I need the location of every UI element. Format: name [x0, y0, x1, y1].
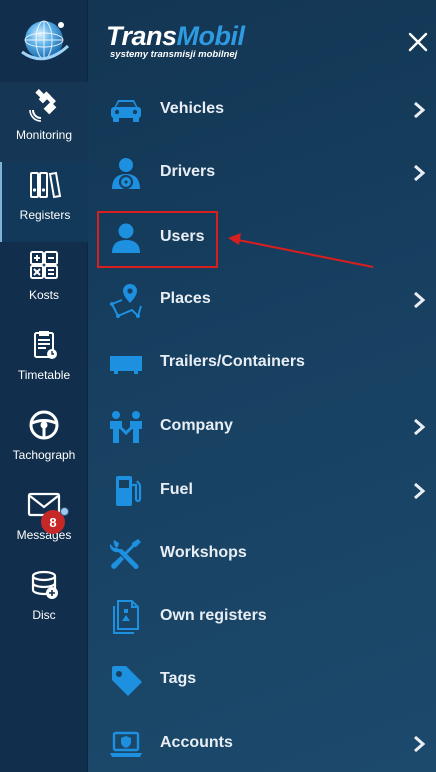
menu-label-vehicles: Vehicles [160, 100, 225, 117]
rail-label-disc: Disc [32, 608, 56, 622]
rail-label-timetable: Timetable [17, 368, 71, 382]
menu-item-vehicles[interactable]: Vehicles [96, 80, 436, 140]
close-icon[interactable] [406, 30, 430, 54]
menu-item-own-registers[interactable]: Own registers [96, 587, 436, 647]
menu-label-places: Places [160, 290, 211, 307]
menu-label-drivers: Drivers [160, 163, 216, 180]
brand-name-part2: Mobil [176, 21, 245, 51]
trailer-icon [110, 356, 142, 374]
rail-item-monitoring[interactable]: Monitoring [0, 82, 88, 162]
map-location-icon [110, 284, 142, 318]
clipboard-icon [34, 331, 57, 359]
rail-label-tachograph: Tachograph [12, 448, 76, 462]
rail-item-tachograph[interactable]: Tachograph [0, 402, 88, 482]
people-icon [110, 411, 142, 443]
rail-item-kosts[interactable]: Kosts [0, 242, 88, 322]
brand-logo: TransMobil systemy transmisji mobilnej [106, 22, 245, 60]
menu-label-own-registers: Own registers [160, 607, 267, 624]
calculator-icon [30, 251, 58, 279]
rail-label-registers: Registers [19, 208, 71, 222]
menu-label-trailers-containers: Trailers/Containers [160, 353, 305, 370]
chevron-right-icon [414, 735, 426, 753]
menu-item-places[interactable]: Places [96, 270, 436, 330]
driver-icon [112, 158, 140, 190]
tools-icon [109, 539, 141, 569]
menu-label-accounts: Accounts [160, 734, 233, 751]
menu-label-tags: Tags [160, 670, 197, 687]
menu-item-accounts[interactable]: Accounts [96, 714, 436, 772]
chevron-right-icon [414, 164, 426, 182]
menu-label-fuel: Fuel [160, 481, 193, 498]
rail-label-kosts: Kosts [28, 288, 59, 302]
brand-name-part1: Trans [106, 21, 177, 51]
car-icon [111, 100, 141, 122]
menu-item-drivers[interactable]: Drivers [96, 143, 436, 203]
brand-name: TransMobil [106, 22, 245, 50]
satellite-icon [29, 89, 57, 122]
binders-icon [30, 171, 62, 199]
users-highlight-box [97, 211, 218, 268]
menu-item-fuel[interactable]: Fuel [96, 461, 436, 521]
menu-item-tags[interactable]: Tags [96, 650, 436, 710]
menu-label-workshops: Workshops [160, 544, 247, 561]
chevron-right-icon [414, 418, 426, 436]
menu-item-company[interactable]: Company [96, 397, 436, 457]
chevron-right-icon [414, 291, 426, 309]
laptop-shield-icon [110, 731, 142, 757]
rail-item-timetable[interactable]: Timetable [0, 322, 88, 402]
left-rail: Monitoring Registers Kosts Timetable Tac… [0, 0, 88, 772]
documents-icon [113, 600, 139, 634]
chevron-right-icon [414, 482, 426, 500]
fuel-pump-icon [116, 476, 142, 506]
menu-item-workshops[interactable]: Workshops [96, 524, 436, 584]
database-icon [31, 570, 58, 599]
brand-subtitle: systemy transmisji mobilnej [110, 49, 238, 60]
rail-item-registers[interactable]: Registers [0, 162, 88, 242]
chevron-right-icon [414, 101, 426, 119]
rail-label-monitoring: Monitoring [15, 128, 73, 142]
rail-item-disc[interactable]: Disc [0, 562, 88, 642]
tag-icon [112, 666, 142, 696]
menu-item-trailers-containers[interactable]: Trailers/Containers [96, 333, 436, 393]
menu-label-company: Company [160, 417, 233, 434]
messages-status-dot [60, 507, 69, 516]
steering-wheel-icon [29, 410, 59, 440]
globe-logo-icon [21, 20, 70, 61]
